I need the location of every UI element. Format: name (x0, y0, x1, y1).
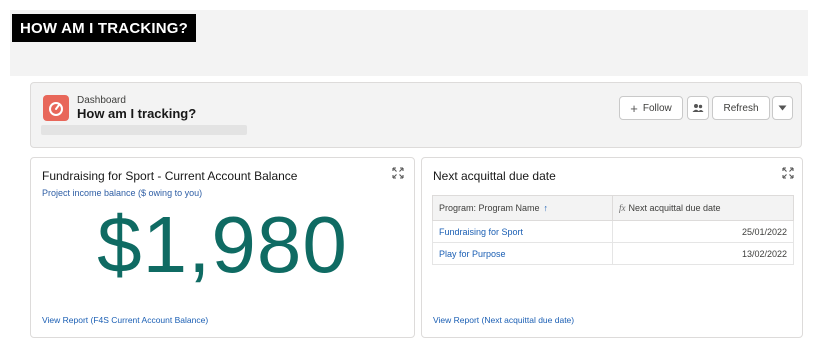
expand-icon[interactable] (782, 167, 794, 179)
people-icon (692, 104, 704, 112)
balance-card: Fundraising for Sport - Current Account … (30, 157, 415, 338)
balance-card-subtitle: Project income balance ($ owing to you) (42, 188, 203, 198)
column-header-due-date[interactable]: fx Next acquittal due date (612, 195, 794, 221)
due-date-card-title: Next acquittal due date (433, 169, 556, 183)
dashboard-type-label: Dashboard (77, 95, 126, 106)
more-actions-button[interactable] (772, 96, 793, 120)
dashboard-icon (43, 95, 69, 121)
follow-label: Follow (642, 102, 672, 114)
loading-placeholder (41, 125, 247, 135)
formula-icon: fx (619, 203, 626, 213)
refresh-button[interactable]: Refresh (712, 96, 770, 120)
due-date-value: 13/02/2022 (612, 242, 794, 265)
dashboard-title: How am I tracking? (77, 106, 197, 121)
page-banner-title: HOW AM I TRACKING? (12, 14, 197, 42)
program-link[interactable]: Fundraising for Sport (432, 220, 613, 243)
due-date-table: Program: Program Name ↑ fx Next acquittal … (432, 195, 794, 265)
subscribe-button[interactable] (687, 96, 709, 120)
view-report-link[interactable]: View Report (F4S Current Account Balance… (42, 315, 208, 325)
balance-card-title: Fundraising for Sport - Current Account … (42, 169, 298, 183)
balance-value: $1,980 (97, 200, 348, 289)
program-link[interactable]: Play for Purpose (432, 242, 613, 265)
expand-icon[interactable] (392, 167, 404, 179)
due-date-card: Next acquittal due date Program: Program… (421, 157, 803, 338)
view-report-link[interactable]: View Report (Next acquittal due date) (433, 315, 574, 325)
table-row: Play for Purpose 13/02/2022 (432, 242, 794, 265)
table-row: Fundraising for Sport 25/01/2022 (432, 220, 794, 243)
plus-icon: + (630, 100, 638, 116)
follow-button[interactable]: + Follow (619, 96, 683, 120)
dashboard-header: Dashboard How am I tracking? + Follow Re… (30, 82, 802, 148)
sort-ascending-icon: ↑ (543, 203, 549, 213)
column-header-program[interactable]: Program: Program Name ↑ (432, 195, 613, 221)
chevron-down-icon (778, 105, 787, 111)
due-date-value: 25/01/2022 (612, 220, 794, 243)
